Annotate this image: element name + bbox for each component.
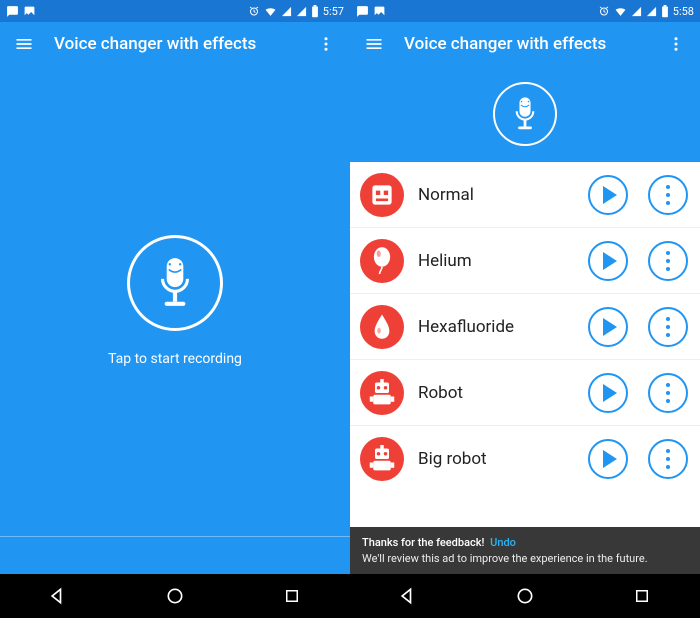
battery-icon [661,5,669,18]
effect-options-button[interactable] [648,373,688,413]
status-system: 5:57 [248,5,344,18]
more-vert-icon [666,251,670,271]
status-bar: 5:58 [350,0,700,22]
signal-icon [281,6,292,17]
effect-label: Helium [418,251,568,271]
menu-button[interactable] [10,30,38,58]
balloon-icon [360,239,404,283]
signal-icon [296,6,307,17]
alarm-icon [248,5,260,17]
nav-back[interactable] [378,581,438,611]
nav-recent[interactable] [262,581,322,611]
battery-icon [311,5,319,18]
effect-options-button[interactable] [648,307,688,347]
play-button[interactable] [588,307,628,347]
menu-button[interactable] [360,30,388,58]
effect-row-robot: Robot [350,360,700,426]
recent-icon [283,587,301,605]
wifi-icon [264,5,277,18]
effect-label: Hexafluoride [418,317,568,337]
play-icon [603,252,617,270]
status-bar: 5:57 [0,0,350,22]
snackbar-undo[interactable]: Undo [490,536,516,549]
back-icon [48,586,68,606]
mic-icon [511,96,539,132]
wifi-icon [614,5,627,18]
app-title: Voice changer with effects [38,34,312,54]
drop-icon [360,305,404,349]
nav-bar [0,574,350,618]
nav-back[interactable] [28,581,88,611]
record-area: Tap to start recording [0,66,350,536]
effect-row-hexafluoride: Hexafluoride [350,294,700,360]
message-icon [6,5,19,18]
home-icon [165,586,185,606]
robot-icon [360,437,404,481]
effect-label: Big robot [418,449,568,469]
effect-row-normal: Normal [350,162,700,228]
effect-row-helium: Helium [350,228,700,294]
phone-left: 5:57 Voice changer with effects Tap to s… [0,0,350,618]
effects-list: Normal Helium Hexafluoride Robot [350,162,700,574]
hamburger-icon [364,34,384,54]
more-vert-icon [317,35,335,53]
effect-options-button[interactable] [648,175,688,215]
more-vert-icon [667,35,685,53]
status-notifications [6,5,36,18]
app-title: Voice changer with effects [388,34,662,54]
play-icon [603,186,617,204]
effect-label: Normal [418,185,568,205]
signal-icon [646,6,657,17]
recent-icon [633,587,651,605]
overflow-button[interactable] [662,30,690,58]
more-vert-icon [666,317,670,337]
record-button[interactable] [127,235,223,331]
play-button[interactable] [588,241,628,281]
recording-header [350,66,700,162]
play-button[interactable] [588,175,628,215]
back-icon [398,586,418,606]
status-time: 5:57 [323,5,344,18]
nav-home[interactable] [495,581,555,611]
hamburger-icon [14,34,34,54]
more-vert-icon [666,449,670,469]
effect-label: Robot [418,383,568,403]
play-button[interactable] [588,373,628,413]
phone-right: 5:58 Voice changer with effects [350,0,700,618]
play-button[interactable] [588,439,628,479]
app-bar: Voice changer with effects [350,22,700,66]
play-icon [603,318,617,336]
recording-indicator[interactable] [493,82,557,146]
mic-icon [153,256,197,310]
effect-options-button[interactable] [648,241,688,281]
picture-icon [373,5,386,18]
snackbar: Thanks for the feedback! Undo We'll revi… [350,527,700,574]
effect-row-big-robot: Big robot [350,426,700,492]
more-vert-icon [666,383,670,403]
robot-icon [360,371,404,415]
nav-home[interactable] [145,581,205,611]
status-time: 5:58 [673,5,694,18]
effect-options-button[interactable] [648,439,688,479]
ad-placeholder [0,536,350,574]
more-vert-icon [666,185,670,205]
overflow-button[interactable] [312,30,340,58]
picture-icon [23,5,36,18]
app-bar: Voice changer with effects [0,22,350,66]
robot-face-icon [360,173,404,217]
play-icon [603,450,617,468]
signal-icon [631,6,642,17]
message-icon [356,5,369,18]
snackbar-title: Thanks for the feedback! Undo [362,535,688,550]
record-hint: Tap to start recording [108,351,242,367]
nav-bar [350,574,700,618]
alarm-icon [598,5,610,17]
play-icon [603,384,617,402]
snackbar-body: We'll review this ad to improve the expe… [362,551,688,566]
status-system: 5:58 [598,5,694,18]
status-notifications [356,5,386,18]
home-icon [515,586,535,606]
nav-recent[interactable] [612,581,672,611]
